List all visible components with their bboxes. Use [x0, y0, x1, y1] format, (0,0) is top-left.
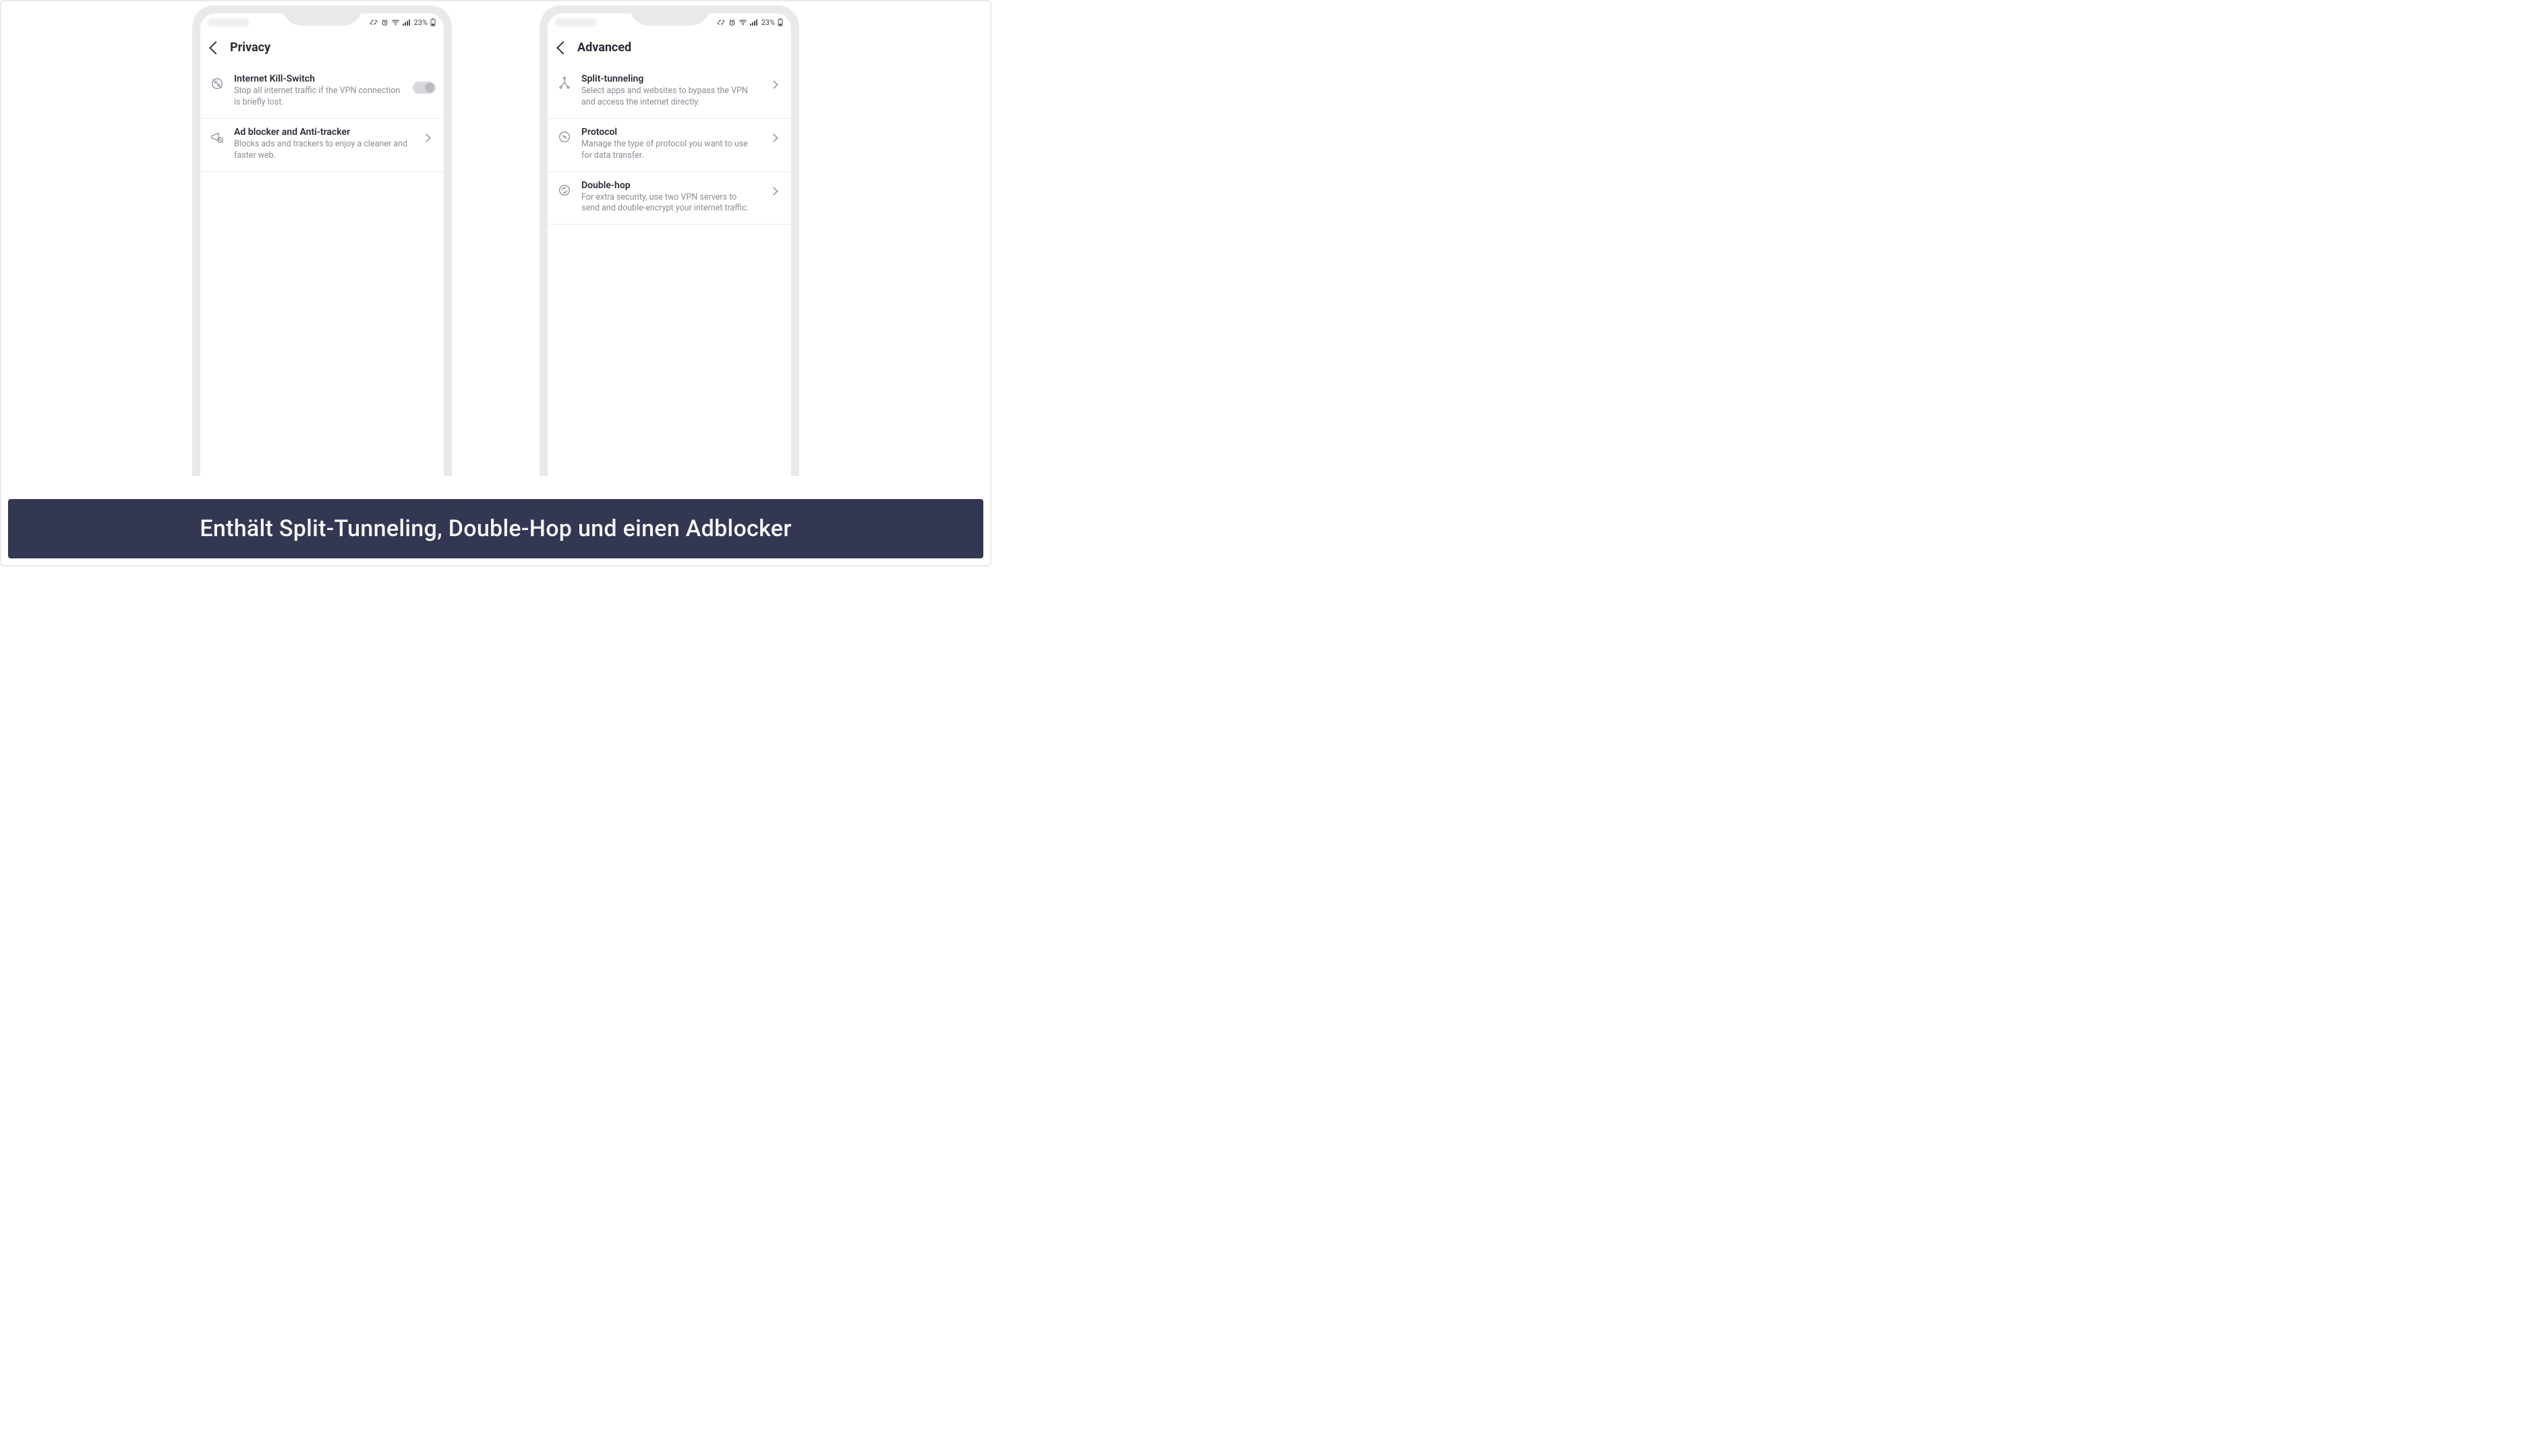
- row-action: [764, 127, 783, 141]
- battery-text: 23%: [761, 18, 775, 27]
- row-title: Ad blocker and Anti-tracker: [234, 127, 409, 138]
- row-title: Split-tunneling: [581, 74, 756, 84]
- link-icon: [369, 19, 378, 26]
- chevron-right-icon: [770, 187, 778, 196]
- protocol-icon: [556, 127, 573, 144]
- wifi-icon: [739, 19, 747, 26]
- row-desc: For extra security, use two VPN servers …: [581, 192, 756, 215]
- toggle-switch-off[interactable]: [413, 82, 436, 94]
- shield-off-icon: [208, 74, 226, 91]
- phone-frame-privacy: 23% Privacy: [192, 5, 452, 476]
- row-body: Ad blocker and Anti-tracker Blocks ads a…: [234, 127, 409, 162]
- row-body: Protocol Manage the type of protocol you…: [581, 127, 756, 162]
- settings-list-privacy: Internet Kill-Switch Stop all internet t…: [200, 65, 444, 172]
- phone-frame-advanced: 23% Advanced: [540, 5, 799, 476]
- screenshot-stage: 23% Privacy: [0, 0, 991, 566]
- alarm-icon: [381, 19, 388, 26]
- row-desc: Stop all internet traffic if the VPN con…: [234, 86, 405, 109]
- signal-icon: [750, 19, 759, 26]
- caption-bar: Enthält Split-Tunneling, Double-Hop und …: [8, 499, 983, 558]
- row-desc: Blocks ads and trackers to enjoy a clean…: [234, 139, 409, 162]
- status-right-cluster: 23%: [369, 18, 436, 27]
- settings-list-advanced: Split-tunneling Select apps and websites…: [548, 65, 791, 225]
- chevron-right-icon: [770, 80, 778, 89]
- status-carrier-blur: [556, 18, 596, 26]
- signal-icon: [403, 19, 411, 26]
- row-title: Internet Kill-Switch: [234, 74, 405, 84]
- phone-screen-privacy: 23% Privacy: [200, 13, 444, 476]
- row-action: [417, 127, 436, 141]
- app-header-privacy: Privacy: [200, 31, 444, 65]
- back-button[interactable]: [556, 41, 570, 55]
- page-title: Advanced: [577, 40, 631, 55]
- chevron-right-icon: [770, 134, 778, 142]
- page-title: Privacy: [230, 40, 270, 55]
- double-hop-icon: [556, 180, 573, 198]
- row-double-hop[interactable]: Double-hop For extra security, use two V…: [548, 172, 791, 225]
- row-ad-blocker[interactable]: Ad blocker and Anti-tracker Blocks ads a…: [200, 119, 444, 172]
- chevron-right-icon: [422, 134, 431, 142]
- battery-icon: [778, 18, 783, 26]
- status-carrier-blur: [208, 18, 249, 26]
- battery-icon: [430, 18, 436, 26]
- row-body: Internet Kill-Switch Stop all internet t…: [234, 74, 405, 109]
- status-right-cluster: 23%: [716, 18, 783, 27]
- caption-text: Enthält Split-Tunneling, Double-Hop und …: [200, 515, 791, 542]
- alarm-icon: [728, 19, 736, 26]
- app-header-advanced: Advanced: [548, 31, 791, 65]
- row-action: [764, 74, 783, 88]
- row-split-tunneling[interactable]: Split-tunneling Select apps and websites…: [548, 65, 791, 119]
- link-icon: [716, 19, 726, 26]
- row-title: Protocol: [581, 127, 756, 138]
- phones-container: 23% Privacy: [1, 1, 990, 476]
- row-desc: Manage the type of protocol you want to …: [581, 139, 756, 162]
- row-desc: Select apps and websites to bypass the V…: [581, 86, 756, 109]
- phone-notch: [282, 5, 363, 26]
- row-body: Double-hop For extra security, use two V…: [581, 180, 756, 215]
- row-body: Split-tunneling Select apps and websites…: [581, 74, 756, 109]
- megaphone-block-icon: [208, 127, 226, 144]
- row-protocol[interactable]: Protocol Manage the type of protocol you…: [548, 119, 791, 172]
- row-title: Double-hop: [581, 180, 756, 191]
- phone-notch: [629, 5, 710, 26]
- wifi-icon: [391, 19, 400, 26]
- row-kill-switch[interactable]: Internet Kill-Switch Stop all internet t…: [200, 65, 444, 119]
- row-action: [764, 180, 783, 194]
- battery-text: 23%: [414, 18, 428, 27]
- split-icon: [556, 74, 573, 91]
- back-button[interactable]: [209, 41, 223, 55]
- row-action: [413, 74, 436, 94]
- phone-screen-advanced: 23% Advanced: [548, 13, 791, 476]
